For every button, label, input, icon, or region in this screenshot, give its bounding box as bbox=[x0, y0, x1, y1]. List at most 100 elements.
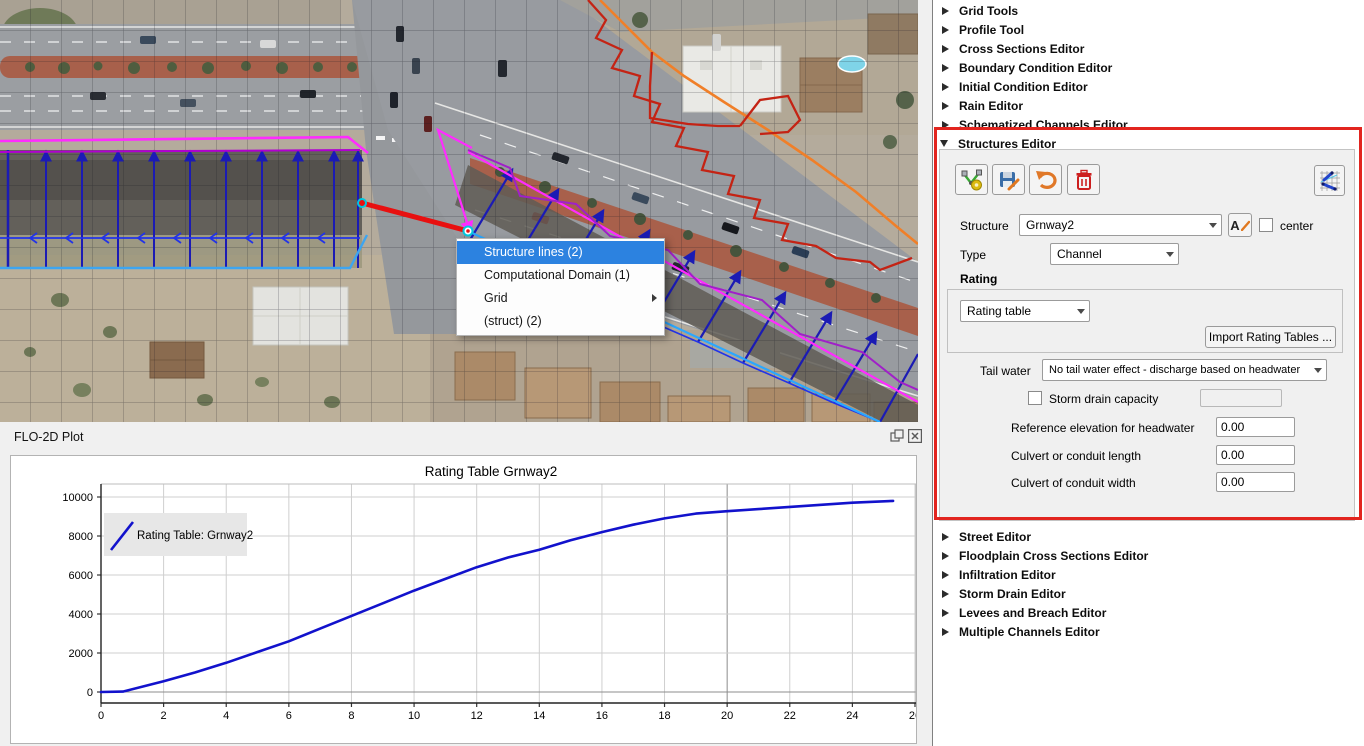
sidebar-item-cross-sections-editor[interactable]: Cross Sections Editor bbox=[933, 39, 1364, 58]
dropdown-arrow-icon bbox=[1204, 223, 1221, 228]
reference-elevation-label: Reference elevation for headwater bbox=[1011, 421, 1194, 435]
culvert-length-field[interactable] bbox=[1216, 445, 1295, 465]
y-tick-label: 2000 bbox=[69, 648, 93, 660]
sidebar-item-floodplain-cross-sections-editor[interactable]: Floodplain Cross Sections Editor bbox=[933, 546, 1364, 565]
context-menu-item-struct[interactable]: (struct) (2) bbox=[457, 310, 664, 333]
chevron-right-icon bbox=[942, 83, 949, 91]
culvert-width-field[interactable] bbox=[1216, 472, 1295, 492]
import-rating-tables-button[interactable]: Import Rating Tables ... bbox=[1205, 326, 1336, 348]
center-label: center bbox=[1280, 219, 1313, 233]
float-panel-icon[interactable] bbox=[890, 429, 904, 443]
close-panel-icon[interactable] bbox=[908, 429, 922, 443]
chevron-right-icon bbox=[942, 7, 949, 15]
application-window: Structure lines (2) Computational Domain… bbox=[0, 0, 1364, 746]
sidebar-item-rain-editor[interactable]: Rain Editor bbox=[933, 96, 1364, 115]
dropdown-arrow-icon bbox=[1161, 252, 1178, 257]
legend-label: Rating Table: Grnway2 bbox=[137, 530, 253, 542]
sidebar-item-initial-condition-editor[interactable]: Initial Condition Editor bbox=[933, 77, 1364, 96]
y-tick-label: 0 bbox=[87, 687, 93, 699]
sidebar-item-storm-drain-editor[interactable]: Storm Drain Editor bbox=[933, 584, 1364, 603]
x-tick-label: 12 bbox=[471, 710, 483, 722]
plot-panel-title: FLO-2D Plot bbox=[14, 430, 83, 444]
x-tick-label: 20 bbox=[721, 710, 733, 722]
x-tick-label: 16 bbox=[596, 710, 608, 722]
map-canvas[interactable]: Structure lines (2) Computational Domain… bbox=[0, 0, 918, 422]
culvert-length-label: Culvert or conduit length bbox=[1011, 449, 1141, 463]
rating-groupbox: Rating table Import Rating Tables ... bbox=[947, 289, 1343, 353]
schematize-structure-button[interactable] bbox=[1314, 165, 1345, 196]
rating-group-label: Rating bbox=[960, 272, 997, 286]
structure-label: Structure bbox=[960, 219, 1009, 233]
schematize-icon bbox=[1318, 169, 1342, 193]
map-context-menu: Structure lines (2) Computational Domain… bbox=[456, 238, 665, 336]
plot-panel-titlebar[interactable]: FLO-2D Plot bbox=[0, 422, 932, 454]
chevron-right-icon bbox=[942, 628, 949, 636]
x-tick-label: 22 bbox=[784, 710, 796, 722]
aerial-imagery bbox=[0, 0, 918, 422]
chart-title: Rating Table Grnway2 bbox=[425, 464, 558, 479]
flo2d-plot-panel: FLO-2D Plot 0246810121416182022242602000… bbox=[0, 422, 932, 746]
editors-panel: Grid Tools Profile Tool Cross Sections E… bbox=[932, 0, 1364, 746]
save-structure-button[interactable] bbox=[992, 164, 1025, 195]
rating-table-chart[interactable]: 0246810121416182022242602000400060008000… bbox=[10, 455, 917, 744]
chevron-right-icon bbox=[942, 45, 949, 53]
revert-structure-button[interactable] bbox=[1029, 164, 1062, 195]
add-structure-icon bbox=[961, 169, 983, 191]
x-tick-label: 2 bbox=[161, 710, 167, 722]
x-tick-label: 8 bbox=[348, 710, 354, 722]
storm-drain-capacity-checkbox[interactable] bbox=[1028, 391, 1042, 405]
chevron-right-icon bbox=[942, 102, 949, 110]
sidebar-item-schematized-channels-editor[interactable]: Schematized Channels Editor bbox=[933, 115, 1364, 134]
chevron-right-icon bbox=[942, 26, 949, 34]
chevron-right-icon bbox=[942, 571, 949, 579]
structures-editor-panel: Structure Grnway2 A center Type Channel … bbox=[939, 149, 1355, 521]
reference-elevation-field[interactable] bbox=[1216, 417, 1295, 437]
chevron-right-icon bbox=[942, 609, 949, 617]
add-structure-button[interactable] bbox=[955, 164, 988, 195]
context-menu-item-grid[interactable]: Grid bbox=[457, 287, 664, 310]
x-tick-label: 10 bbox=[408, 710, 420, 722]
x-tick-label: 26 bbox=[909, 710, 916, 722]
y-tick-label: 10000 bbox=[62, 492, 93, 504]
x-tick-label: 0 bbox=[98, 710, 104, 722]
sidebar-item-levees-and-breach-editor[interactable]: Levees and Breach Editor bbox=[933, 603, 1364, 622]
x-tick-label: 24 bbox=[846, 710, 858, 722]
grid-overlay bbox=[0, 0, 918, 422]
sidebar-item-profile-tool[interactable]: Profile Tool bbox=[933, 20, 1364, 39]
storm-drain-capacity-field[interactable] bbox=[1200, 389, 1282, 407]
context-menu-item-computational-domain[interactable]: Computational Domain (1) bbox=[457, 264, 664, 287]
sidebar-item-street-editor[interactable]: Street Editor bbox=[933, 527, 1364, 546]
type-select[interactable]: Channel bbox=[1050, 243, 1179, 265]
x-tick-label: 4 bbox=[223, 710, 229, 722]
storm-drain-capacity-label: Storm drain capacity bbox=[1049, 392, 1158, 406]
chevron-down-icon bbox=[940, 140, 948, 147]
dropdown-arrow-icon bbox=[1072, 309, 1089, 314]
rename-structure-button[interactable]: A bbox=[1228, 213, 1252, 237]
x-tick-label: 14 bbox=[533, 710, 545, 722]
chart-legend: Rating Table: Grnway2 bbox=[104, 513, 253, 556]
y-tick-label: 8000 bbox=[69, 531, 93, 543]
sidebar-item-boundary-condition-editor[interactable]: Boundary Condition Editor bbox=[933, 58, 1364, 77]
dropdown-arrow-icon bbox=[1309, 368, 1326, 373]
sidebar-item-infiltration-editor[interactable]: Infiltration Editor bbox=[933, 565, 1364, 584]
save-icon bbox=[998, 169, 1020, 191]
chevron-right-icon bbox=[942, 64, 949, 72]
structure-select[interactable]: Grnway2 bbox=[1019, 214, 1222, 236]
center-checkbox[interactable] bbox=[1259, 218, 1273, 232]
type-label: Type bbox=[960, 248, 986, 262]
context-menu-item-structure-lines[interactable]: Structure lines (2) bbox=[457, 241, 664, 264]
tail-water-select[interactable]: No tail water effect - discharge based o… bbox=[1042, 359, 1327, 381]
tail-water-label: Tail water bbox=[980, 364, 1031, 378]
chevron-right-icon bbox=[942, 552, 949, 560]
trash-icon bbox=[1073, 169, 1095, 191]
undo-icon bbox=[1035, 169, 1057, 191]
sidebar-item-grid-tools[interactable]: Grid Tools bbox=[933, 1, 1364, 20]
rating-type-select[interactable]: Rating table bbox=[960, 300, 1090, 322]
submenu-arrow-icon bbox=[652, 294, 657, 302]
y-tick-label: 4000 bbox=[69, 609, 93, 621]
sidebar-item-multiple-channels-editor[interactable]: Multiple Channels Editor bbox=[933, 622, 1364, 641]
delete-structure-button[interactable] bbox=[1067, 164, 1100, 195]
y-tick-label: 6000 bbox=[69, 570, 93, 582]
chevron-right-icon bbox=[942, 590, 949, 598]
chevron-right-icon bbox=[942, 533, 949, 541]
